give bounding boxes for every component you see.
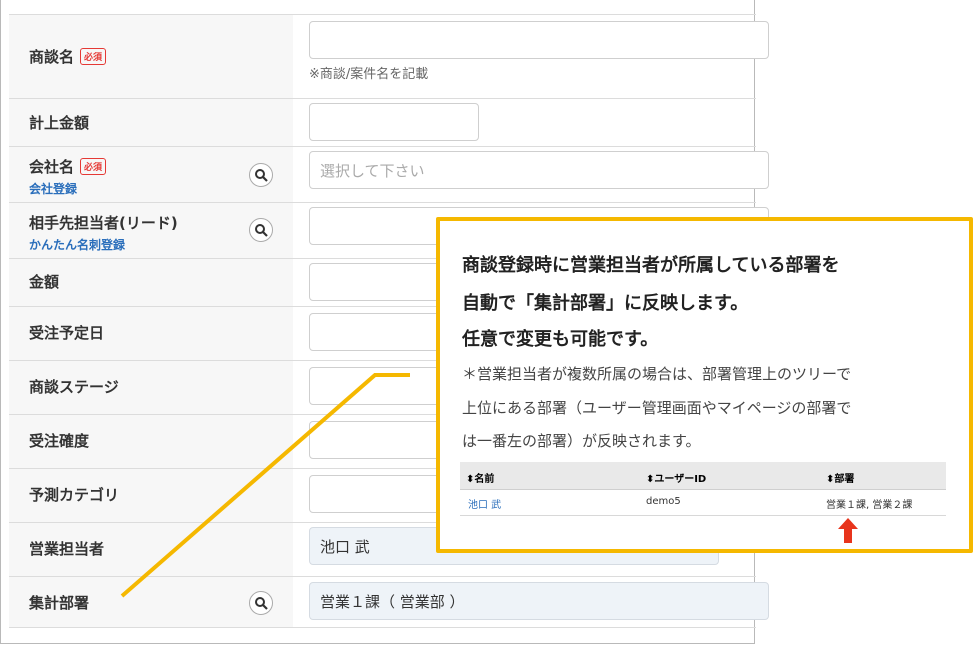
field-label: 予測カテゴリ <box>29 486 120 504</box>
example-user-table: ⬍名前 ⬍ユーザーID ⬍部署 池口 武 demo5 営業１課, 営業２課 <box>460 462 946 518</box>
form-row-booked-amount: 計上金額 <box>9 98 756 146</box>
callout-note-3: は一番左の部署）が反映されます。 <box>462 432 701 450</box>
required-badge: 必須 <box>80 48 107 65</box>
column-header: 名前 <box>474 474 495 485</box>
search-icon[interactable] <box>249 591 273 615</box>
user-name-link[interactable]: 池口 武 <box>468 496 501 511</box>
department-cell: 営業１課, 営業２課 <box>826 500 913 511</box>
table-row: 池口 武 demo5 営業１課, 営業２課 <box>460 490 946 516</box>
field-label: 商談ステージ <box>29 378 119 396</box>
booked-amount-input[interactable] <box>309 103 479 141</box>
form-row-company: 会社名 必須 会社登録 選択して下さい <box>9 146 769 202</box>
form-row-deal-name: 商談名 必須 ※商談/案件名を記載 <box>9 14 769 98</box>
company-select[interactable]: 選択して下さい <box>309 151 769 189</box>
search-icon[interactable] <box>249 163 273 187</box>
field-label: 受注予定日 <box>29 324 105 342</box>
required-badge: 必須 <box>80 158 107 175</box>
callout-line-2: 自動で「集計部署」に反映します。 <box>462 293 749 314</box>
deal-name-hint: ※商談/案件名を記載 <box>309 67 429 82</box>
column-header: ユーザーID <box>654 474 707 485</box>
table-header: ⬍名前 ⬍ユーザーID ⬍部署 <box>460 462 946 490</box>
callout-note-1: ＊営業担当者が複数所属の場合は、部署管理上のツリーで <box>462 365 852 383</box>
field-label: 営業担当者 <box>29 540 105 558</box>
field-label: 受注確度 <box>29 432 90 450</box>
deal-name-input[interactable] <box>309 21 769 59</box>
field-label: 金額 <box>29 273 60 291</box>
field-label: 計上金額 <box>29 114 90 132</box>
arrow-up-icon <box>838 518 858 543</box>
user-id-cell: demo5 <box>646 496 681 507</box>
form-row-department: 集計部署 営業１課（ 営業部 ） <box>9 576 769 628</box>
field-label: 相手先担当者(リード) <box>29 214 178 232</box>
field-label: 集計部署 <box>29 594 90 612</box>
column-header: 部署 <box>834 474 855 485</box>
company-register-link[interactable]: 会社登録 <box>29 180 77 197</box>
field-label: 商談名 <box>29 48 75 66</box>
callout-line-1: 商談登録時に営業担当者が所属している部署を <box>462 255 840 276</box>
search-icon[interactable] <box>249 218 273 242</box>
card-register-link[interactable]: かんたん名刺登録 <box>29 236 125 253</box>
explanation-callout: 商談登録時に営業担当者が所属している部署を 自動で「集計部署」に反映します。 任… <box>436 217 973 553</box>
callout-line-3: 任意で変更も可能です。 <box>462 329 659 350</box>
callout-note-2: 上位にある部署（ユーザー管理画面やマイページの部署で <box>462 399 852 417</box>
field-label: 会社名 <box>29 158 75 176</box>
department-select[interactable]: 営業１課（ 営業部 ） <box>309 582 769 620</box>
